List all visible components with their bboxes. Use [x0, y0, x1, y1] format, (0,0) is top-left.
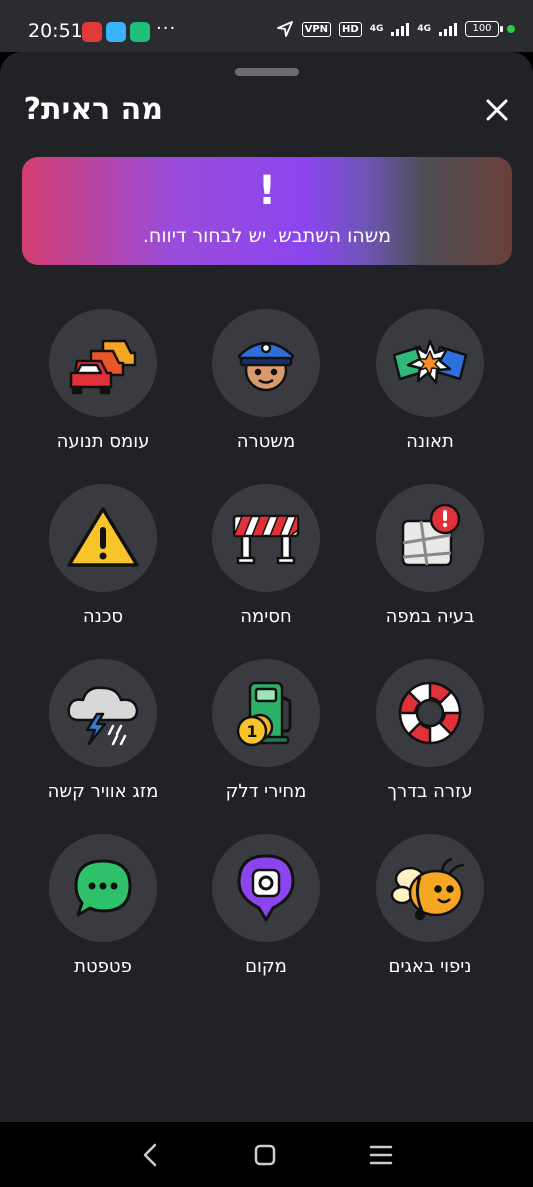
sheet-title: מה ראית? [23, 92, 163, 127]
report-label: מחירי דלק [225, 781, 307, 802]
report-debug[interactable]: ניפוי באגים [345, 834, 515, 977]
report-fuel-price[interactable]: 1 מחירי דלק [181, 659, 351, 802]
network-type-2: 4G [417, 24, 431, 34]
road-closure-icon [232, 514, 300, 565]
report-accident[interactable]: תאונה [345, 309, 515, 452]
map-issue-icon [401, 503, 461, 567]
error-message: משהו השתבש. יש לבחור דיווח. [142, 225, 392, 247]
status-time: 20:51 [28, 20, 83, 42]
report-label: חסימה [240, 606, 292, 627]
accident-icon [392, 339, 468, 385]
location-arrow-icon [276, 21, 293, 37]
report-hazard[interactable]: סכנה [18, 484, 188, 627]
report-police[interactable]: משטרה [181, 309, 351, 452]
report-map-issue[interactable]: בעיה במפה [345, 484, 515, 627]
report-place[interactable]: מקום [181, 834, 351, 977]
report-traffic-jam[interactable]: עומס תנועה [18, 309, 188, 452]
report-label: סכנה [82, 606, 124, 627]
home-icon[interactable] [250, 1140, 280, 1170]
report-label: מזג אוויר קשה [47, 781, 159, 802]
chat-icon [74, 859, 132, 917]
svg-text:1: 1 [246, 722, 257, 741]
menu-icon[interactable] [366, 1140, 396, 1170]
app-notification-icon [82, 22, 102, 42]
report-label: בעיה במפה [385, 606, 475, 627]
debug-bee-icon [390, 857, 465, 921]
privacy-dot-icon [507, 25, 515, 33]
place-icon [237, 854, 295, 922]
hazard-icon [67, 507, 139, 567]
report-label: ניפוי באגים [388, 956, 472, 977]
shield-notification-icon [130, 22, 150, 42]
report-bad-weather[interactable]: מזג אוויר קשה [18, 659, 188, 802]
report-label: תאונה [406, 431, 454, 452]
error-banner: ! משהו השתבש. יש לבחור דיווח. [22, 157, 512, 265]
network-type-1: 4G [369, 24, 384, 34]
report-label: משטרה [236, 431, 296, 452]
signal-2-icon [439, 22, 457, 36]
warning-icon: ! [257, 168, 277, 214]
vpn-icon: VPN [301, 21, 332, 37]
report-label: מקום [245, 956, 287, 977]
status-bar: 20:51 ··· VPN HD 4G 4G 100 [0, 0, 533, 52]
bad-weather-icon [67, 686, 139, 746]
drag-handle[interactable] [235, 68, 299, 76]
report-chat[interactable]: פטפטת [18, 834, 188, 977]
traffic-jam-icon [69, 339, 137, 395]
waze-notification-icon [106, 22, 126, 42]
roadside-help-icon [398, 681, 462, 745]
battery-icon: 100 [465, 21, 503, 37]
system-nav-bar [0, 1122, 533, 1187]
report-label: עומס תנועה [56, 431, 150, 452]
close-icon[interactable] [479, 92, 515, 128]
report-roadside-help[interactable]: עזרה בדרך [345, 659, 515, 802]
report-road-closure[interactable]: חסימה [181, 484, 351, 627]
hd-icon: HD [339, 21, 362, 37]
report-label: עזרה בדרך [387, 781, 473, 802]
signal-1-icon [391, 22, 410, 36]
back-icon[interactable] [136, 1140, 166, 1170]
report-label: פטפטת [74, 956, 132, 977]
fuel-price-icon: 1 [236, 681, 292, 747]
police-icon [237, 341, 295, 392]
more-notifications-icon: ··· [156, 18, 177, 39]
